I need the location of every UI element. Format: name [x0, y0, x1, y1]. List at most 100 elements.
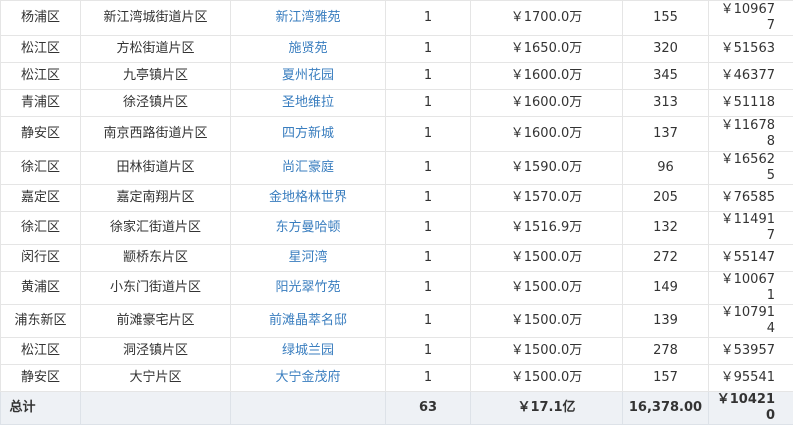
community-link[interactable]: 施贤苑	[230, 35, 386, 63]
unit-price-cell: ￥51118	[708, 89, 793, 117]
unit-price-cell: ￥46377	[708, 62, 793, 90]
size-cell: 155	[622, 0, 709, 36]
table-row: 青浦区 徐泾镇片区 圣地维拉 1 ￥1600.0万 313 ￥51118	[0, 89, 793, 117]
price-cell: ￥1700.0万	[470, 0, 623, 36]
price-cell: ￥1500.0万	[470, 304, 623, 338]
size-cell: 132	[622, 211, 709, 245]
unit-price-cell: ￥165625	[708, 151, 793, 185]
community-link[interactable]: 四方新城	[230, 116, 386, 152]
unit-price-cell: ￥109677	[708, 0, 793, 36]
price-cell: ￥1500.0万	[470, 244, 623, 272]
table-row: 松江区 九亭镇片区 夏州花园 1 ￥1600.0万 345 ￥46377	[0, 62, 793, 90]
count-cell: 1	[385, 184, 471, 212]
table-body: 杨浦区 新江湾城街道片区 新江湾雅苑 1 ￥1700.0万 155 ￥109677 松江区 方松…	[0, 0, 793, 392]
price-cell: ￥1600.0万	[470, 62, 623, 90]
unit-price-cell: ￥51563	[708, 35, 793, 63]
area-cell: 嘉定南翔片区	[80, 184, 231, 212]
size-cell: 137	[622, 116, 709, 152]
total-row: 总计 63 ￥17.1亿 16,378.00 ￥104210	[0, 391, 793, 425]
unit-price-cell: ￥95541	[708, 364, 793, 392]
community-link[interactable]: 阳光翠竹苑	[230, 271, 386, 305]
listing-table: 杨浦区 新江湾城街道片区 新江湾雅苑 1 ￥1700.0万 155 ￥109677 松江区 方松…	[0, 0, 793, 425]
size-cell: 320	[622, 35, 709, 63]
size-cell: 278	[622, 337, 709, 365]
table-row: 松江区 方松街道片区 施贤苑 1 ￥1650.0万 320 ￥51563	[0, 35, 793, 63]
community-link[interactable]: 东方曼哈顿	[230, 211, 386, 245]
district-cell: 青浦区	[0, 89, 81, 117]
area-cell: 徐家汇街道片区	[80, 211, 231, 245]
area-cell: 洞泾镇片区	[80, 337, 231, 365]
table-row: 徐汇区 徐家汇街道片区 东方曼哈顿 1 ￥1516.9万 132 ￥114917	[0, 211, 793, 245]
count-cell: 1	[385, 364, 471, 392]
total-name-cell	[230, 391, 386, 425]
area-cell: 新江湾城街道片区	[80, 0, 231, 36]
area-cell: 大宁片区	[80, 364, 231, 392]
unit-price-cell: ￥116788	[708, 116, 793, 152]
price-cell: ￥1570.0万	[470, 184, 623, 212]
count-cell: 1	[385, 271, 471, 305]
area-cell: 前滩豪宅片区	[80, 304, 231, 338]
size-cell: 313	[622, 89, 709, 117]
price-cell: ￥1516.9万	[470, 211, 623, 245]
count-cell: 1	[385, 89, 471, 117]
community-link[interactable]: 圣地维拉	[230, 89, 386, 117]
count-cell: 1	[385, 304, 471, 338]
total-price: ￥17.1亿	[470, 391, 623, 425]
district-cell: 杨浦区	[0, 0, 81, 36]
district-cell: 静安区	[0, 364, 81, 392]
unit-price-cell: ￥114917	[708, 211, 793, 245]
size-cell: 139	[622, 304, 709, 338]
district-cell: 徐汇区	[0, 151, 81, 185]
unit-price-cell: ￥55147	[708, 244, 793, 272]
district-cell: 松江区	[0, 35, 81, 63]
table-row: 徐汇区 田林街道片区 尚汇豪庭 1 ￥1590.0万 96 ￥165625	[0, 151, 793, 185]
community-link[interactable]: 星河湾	[230, 244, 386, 272]
total-label: 总计	[0, 391, 81, 425]
count-cell: 1	[385, 151, 471, 185]
community-link[interactable]: 新江湾雅苑	[230, 0, 386, 36]
table-row: 松江区 洞泾镇片区 绿城兰园 1 ￥1500.0万 278 ￥53957	[0, 337, 793, 365]
count-cell: 1	[385, 244, 471, 272]
district-cell: 嘉定区	[0, 184, 81, 212]
community-link[interactable]: 金地格林世界	[230, 184, 386, 212]
community-link[interactable]: 大宁金茂府	[230, 364, 386, 392]
table-row: 浦东新区 前滩豪宅片区 前滩晶萃名邸 1 ￥1500.0万 139 ￥107914	[0, 304, 793, 338]
size-cell: 272	[622, 244, 709, 272]
community-link[interactable]: 夏州花园	[230, 62, 386, 90]
community-link[interactable]: 尚汇豪庭	[230, 151, 386, 185]
price-cell: ￥1500.0万	[470, 337, 623, 365]
district-cell: 闵行区	[0, 244, 81, 272]
table-row: 静安区 南京西路街道片区 四方新城 1 ￥1600.0万 137 ￥116788	[0, 116, 793, 152]
table-row: 黄浦区 小东门街道片区 阳光翠竹苑 1 ￥1500.0万 149 ￥100671	[0, 271, 793, 305]
area-cell: 方松街道片区	[80, 35, 231, 63]
count-cell: 1	[385, 62, 471, 90]
total-count: 63	[385, 391, 471, 425]
district-cell: 黄浦区	[0, 271, 81, 305]
size-cell: 205	[622, 184, 709, 212]
area-cell: 南京西路街道片区	[80, 116, 231, 152]
area-cell: 颛桥东片区	[80, 244, 231, 272]
price-cell: ￥1590.0万	[470, 151, 623, 185]
community-link[interactable]: 前滩晶萃名邸	[230, 304, 386, 338]
table-row: 闵行区 颛桥东片区 星河湾 1 ￥1500.0万 272 ￥55147	[0, 244, 793, 272]
district-cell: 徐汇区	[0, 211, 81, 245]
area-cell: 田林街道片区	[80, 151, 231, 185]
area-cell: 小东门街道片区	[80, 271, 231, 305]
table-row: 嘉定区 嘉定南翔片区 金地格林世界 1 ￥1570.0万 205 ￥76585	[0, 184, 793, 212]
size-cell: 149	[622, 271, 709, 305]
price-cell: ￥1500.0万	[470, 364, 623, 392]
unit-price-cell: ￥53957	[708, 337, 793, 365]
price-cell: ￥1500.0万	[470, 271, 623, 305]
unit-price-cell: ￥100671	[708, 271, 793, 305]
size-cell: 345	[622, 62, 709, 90]
price-cell: ￥1600.0万	[470, 89, 623, 117]
district-cell: 松江区	[0, 337, 81, 365]
unit-price-cell: ￥107914	[708, 304, 793, 338]
community-link[interactable]: 绿城兰园	[230, 337, 386, 365]
count-cell: 1	[385, 35, 471, 63]
price-cell: ￥1650.0万	[470, 35, 623, 63]
count-cell: 1	[385, 337, 471, 365]
district-cell: 静安区	[0, 116, 81, 152]
table-row: 杨浦区 新江湾城街道片区 新江湾雅苑 1 ￥1700.0万 155 ￥109677	[0, 0, 793, 36]
price-cell: ￥1600.0万	[470, 116, 623, 152]
